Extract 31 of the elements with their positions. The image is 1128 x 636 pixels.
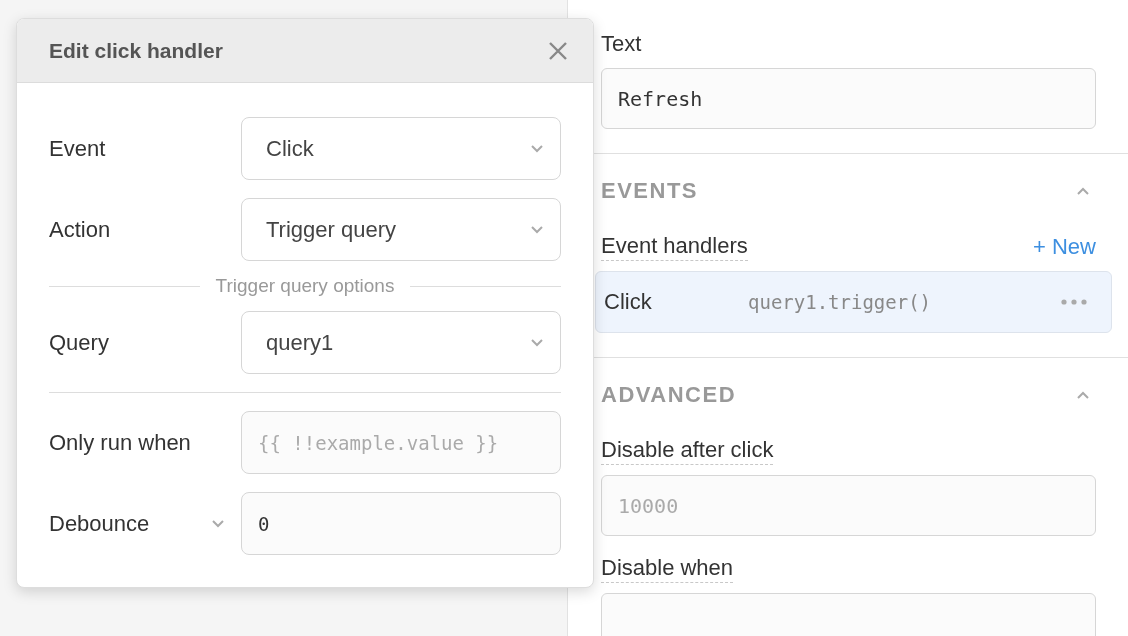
chevron-down-icon[interactable] (211, 519, 225, 528)
select-field[interactable]: Click (241, 117, 561, 180)
field-label: Event (49, 135, 106, 162)
text-input[interactable] (601, 593, 1096, 636)
chevron-down-icon (530, 225, 544, 234)
more-icon[interactable] (1061, 299, 1087, 305)
select-field[interactable]: Trigger query (241, 198, 561, 261)
close-button[interactable] (547, 39, 569, 62)
chevron-down-icon (530, 144, 544, 153)
field-label: Query (49, 329, 109, 356)
field-label: Debounce (49, 510, 150, 537)
chevron-up-icon[interactable] (1076, 390, 1090, 400)
event-handler-row[interactable]: Click query1.trigger() (595, 271, 1112, 333)
handler-action: query1.trigger() (748, 291, 933, 313)
field-label: Disable after click (601, 436, 774, 465)
chevron-down-icon (530, 338, 544, 347)
section-label: Trigger query options (215, 275, 395, 297)
modal-title: Edit click handler (49, 38, 223, 63)
text-input[interactable]: Refresh (601, 68, 1096, 129)
field-label: Event handlers (601, 232, 748, 261)
field-label: Text (601, 30, 642, 58)
code-input[interactable]: {{ !!example.value }} (241, 411, 561, 474)
handler-event: Click (604, 289, 653, 315)
code-input[interactable]: 0 (241, 492, 561, 555)
field-label: Action (49, 216, 111, 243)
select-field[interactable]: query1 (241, 311, 561, 374)
field-label: Disable when (601, 554, 734, 583)
section-title: EVENTS (601, 178, 699, 204)
section-title: ADVANCED (601, 382, 737, 408)
field-label: Only run when (49, 429, 191, 456)
chevron-up-icon[interactable] (1076, 186, 1090, 196)
